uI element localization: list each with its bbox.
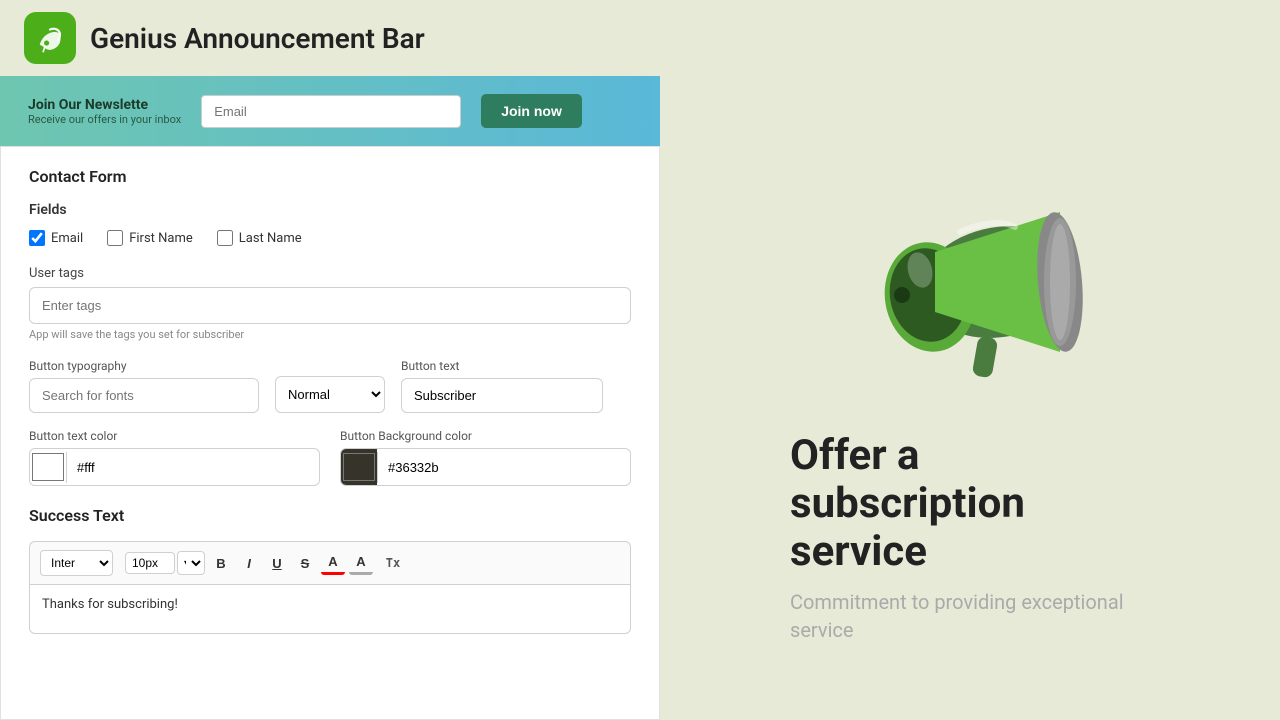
email-checkbox[interactable]	[29, 230, 45, 246]
form-panel: Contact Form Fields Email First Name Las…	[0, 146, 660, 720]
last-name-checkbox[interactable]	[217, 230, 233, 246]
announcement-bar-preview: Join Our Newslette Receive our offers in…	[0, 76, 660, 146]
text-color-button[interactable]: A	[321, 551, 345, 575]
announcement-email-input[interactable]	[201, 95, 461, 128]
bold-button[interactable]: B	[209, 551, 233, 575]
promo-heading-line1: Offer a subscription	[790, 431, 1025, 528]
right-panel: Offer a subscription service Commitment …	[660, 76, 1280, 720]
contact-form-title: Contact Form	[29, 167, 631, 186]
font-size-wrap: ▾	[125, 551, 205, 575]
color-row: Button text color Button Background colo…	[29, 429, 631, 486]
fields-label: Fields	[29, 202, 631, 218]
announcement-subtitle: Receive our offers in your inbox	[28, 113, 181, 126]
button-typography-label: Button typography	[29, 359, 259, 373]
button-text-color-swatch[interactable]	[30, 449, 66, 485]
megaphone-illustration	[840, 152, 1100, 412]
promo-text: Offer a subscription service Commitment …	[790, 432, 1150, 645]
tags-input[interactable]	[29, 287, 631, 324]
first-name-checkbox[interactable]	[107, 230, 123, 246]
button-text-wrap: Button text	[401, 359, 631, 413]
user-tags-label: User tags	[29, 266, 631, 281]
success-text-editor[interactable]: Thanks for subscribing!	[29, 584, 631, 634]
last-name-field-label: Last Name	[239, 231, 302, 246]
clear-format-button[interactable]: Tx	[381, 551, 405, 575]
button-text-color-label: Button text color	[29, 429, 320, 443]
tags-hint: App will save the tags you set for subsc…	[29, 328, 631, 341]
strikethrough-button[interactable]: S	[293, 551, 317, 575]
app-title: Genius Announcement Bar	[90, 22, 425, 55]
left-panel: Join Our Newslette Receive our offers in…	[0, 76, 660, 720]
success-text-section: Success Text Inter Arial Roboto ▾ B I	[29, 506, 631, 634]
italic-button[interactable]: I	[237, 551, 261, 575]
button-text-color-field: Button text color	[29, 429, 320, 486]
first-name-field-check[interactable]: First Name	[107, 230, 193, 246]
rich-text-toolbar: Inter Arial Roboto ▾ B I U S A	[29, 541, 631, 584]
button-text-color-input-wrap	[29, 448, 320, 486]
last-name-field-check[interactable]: Last Name	[217, 230, 302, 246]
button-text-label: Button text	[401, 359, 631, 373]
button-bg-color-hex[interactable]	[377, 452, 630, 483]
main-content: Join Our Newslette Receive our offers in…	[0, 76, 1280, 720]
font-family-select[interactable]: Inter Arial Roboto	[40, 550, 113, 576]
button-bg-color-field: Button Background color	[340, 429, 631, 486]
success-text-content: Thanks for subscribing!	[42, 597, 178, 612]
button-typography-row: Button typography Normal Bold Italic Lig…	[29, 357, 631, 413]
text-highlight-button[interactable]: A	[349, 551, 373, 575]
first-name-field-label: First Name	[129, 231, 193, 246]
font-search-wrap: Button typography	[29, 359, 259, 413]
announcement-text: Join Our Newslette Receive our offers in…	[28, 97, 181, 126]
font-style-select[interactable]: Normal Bold Italic Light	[275, 376, 385, 413]
font-style-spacer	[275, 357, 385, 371]
button-bg-color-label: Button Background color	[340, 429, 631, 443]
font-size-input[interactable]	[125, 552, 175, 574]
button-text-input[interactable]	[401, 378, 603, 413]
join-now-button[interactable]: Join now	[481, 94, 582, 128]
font-size-select[interactable]: ▾	[177, 551, 205, 575]
button-bg-color-input-wrap	[340, 448, 631, 486]
app-header: Genius Announcement Bar	[0, 0, 1280, 76]
email-field-check[interactable]: Email	[29, 230, 83, 246]
font-style-wrap: Normal Bold Italic Light	[275, 357, 385, 413]
font-search-input[interactable]	[29, 378, 259, 413]
button-text-color-hex[interactable]	[66, 452, 319, 483]
promo-subtext: Commitment to providing exceptional serv…	[790, 588, 1150, 644]
announcement-title: Join Our Newslette	[28, 97, 181, 113]
promo-heading-line2: service	[790, 527, 927, 576]
promo-heading: Offer a subscription service	[790, 432, 1150, 577]
success-text-label: Success Text	[29, 506, 631, 525]
email-field-label: Email	[51, 231, 83, 246]
underline-button[interactable]: U	[265, 551, 289, 575]
button-bg-color-swatch[interactable]	[341, 449, 377, 485]
app-logo	[24, 12, 76, 64]
fields-row: Email First Name Last Name	[29, 230, 631, 246]
